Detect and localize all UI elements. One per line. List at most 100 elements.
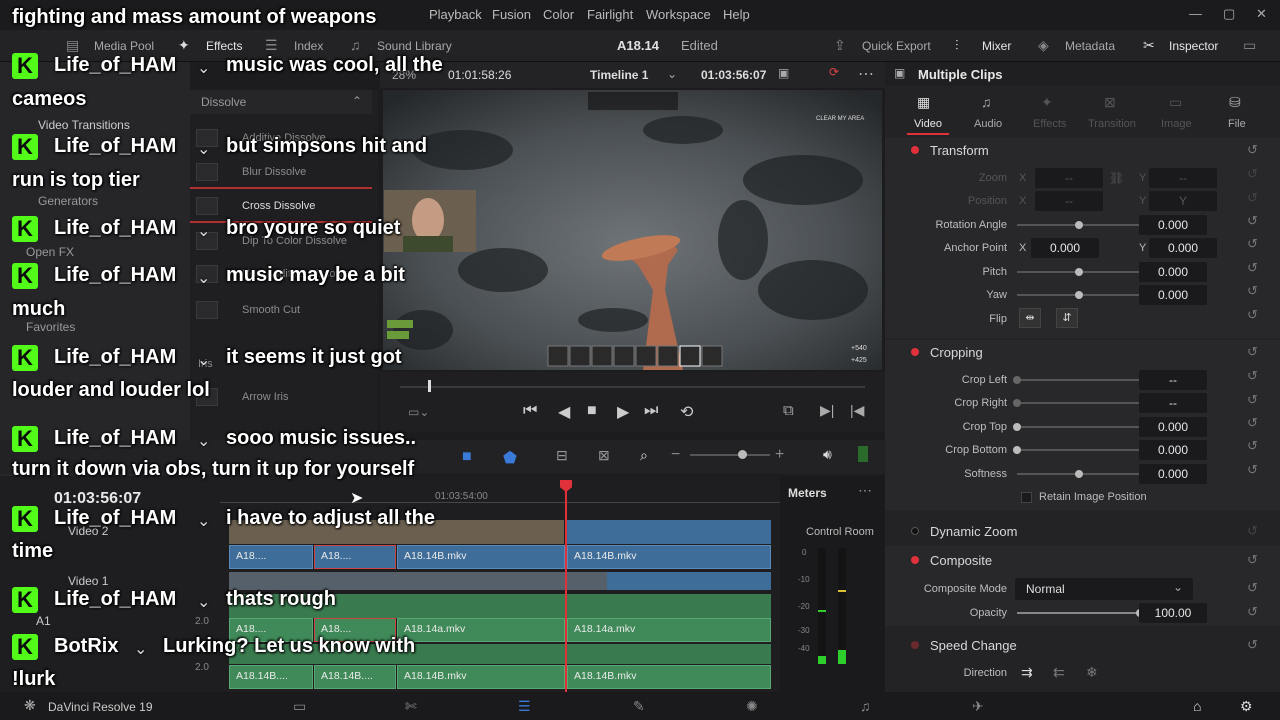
opacity-slider[interactable] [1017,612,1139,614]
cropping-enable-dot[interactable] [911,348,919,356]
v2-clip[interactable]: A18.14B.mkv [567,545,771,569]
crop-left-field[interactable]: -- [1139,370,1207,390]
softness-field[interactable]: 0.000 [1139,464,1207,484]
crop-top-knob[interactable] [1013,423,1021,431]
fx-item[interactable]: Dip To Color Dissolve [190,225,372,258]
sync-icon[interactable]: ⟳ [829,65,839,79]
reset-icon[interactable]: ↺ [1247,283,1258,299]
a1-clip[interactable]: A18.... [229,618,313,642]
metadata-button[interactable]: Metadata [1065,39,1115,53]
scrub-playhead[interactable] [428,380,431,392]
zoom-y-field[interactable]: -- [1149,168,1217,188]
zoom-fit-icon[interactable]: ⊟ [556,447,568,464]
softness-knob[interactable] [1075,470,1083,478]
timeline-name[interactable]: Timeline 1 [590,68,648,82]
fullscreen-icon[interactable]: ▭ [1243,37,1256,54]
index-button[interactable]: Index [294,39,323,53]
match-frame-icon[interactable]: ⧉ [783,402,794,419]
transform-title[interactable]: Transform [930,143,989,158]
retain-image-checkbox[interactable] [1021,492,1032,503]
chevron-up-icon[interactable]: ⌃ [352,94,362,108]
video-viewer[interactable]: CLEAR MY AREA +540 +425 [383,90,882,370]
play-icon[interactable]: ▶ [617,402,629,422]
menu-color[interactable]: Color [543,7,574,22]
reset-icon[interactable]: ↺ [1247,604,1258,620]
quick-export-button[interactable]: Quick Export [862,39,931,53]
skip-start-icon[interactable]: ⏮ [523,402,537,420]
ruler[interactable] [220,502,780,503]
freeze-frame-icon[interactable]: ❄ [1086,664,1098,681]
dynamic-zoom-enable-dot[interactable] [911,527,919,535]
zoom-custom-icon[interactable]: ⌕ [640,447,648,464]
link-icon[interactable]: ⛓︎ [1109,171,1124,185]
zoom-detail-icon[interactable]: ⊠ [598,447,610,464]
cropping-title[interactable]: Cropping [930,345,983,360]
reset-icon[interactable]: ↺ [1247,438,1258,454]
tree-favorites[interactable]: Favorites [26,320,75,334]
flag-icon[interactable]: ■ [462,448,472,466]
zoom-level[interactable]: 28% [392,68,416,82]
reset-icon[interactable]: ↺ [1247,236,1258,252]
fx-item-selected[interactable]: Cross Dissolve [190,190,372,223]
reset-icon[interactable]: ↺ [1247,523,1258,539]
tree-generators[interactable]: Generators [38,194,98,208]
opacity-field[interactable]: 100.00 [1139,603,1207,623]
maximize-icon[interactable]: ▢ [1223,6,1235,22]
v1-clip-tail[interactable] [607,572,771,590]
anchor-y-field[interactable]: 0.000 [1149,238,1217,258]
crop-top-slider[interactable] [1017,426,1139,428]
pitch-field[interactable]: 0.000 [1139,262,1207,282]
reset-icon[interactable]: ↺ [1247,552,1258,568]
menu-workspace[interactable]: Workspace [646,7,711,22]
timeline[interactable]: 01:03:56:07 01:03:54:00 Video 2 Video 1 … [0,476,780,692]
a2-clip[interactable]: A18.14B.... [314,665,396,689]
scrub-bar[interactable] [400,386,865,388]
fx-item[interactable]: Arrow Iris [190,381,372,414]
meters-more-icon[interactable]: ⋯ [858,482,872,499]
reset-icon[interactable]: ↺ [1247,392,1258,408]
direction-reverse-icon[interactable]: ⇇ [1053,664,1065,681]
crop-left-slider[interactable] [1017,379,1139,381]
sound-library-button[interactable]: Sound Library [377,39,452,53]
a1-clip[interactable]: A18.14a.mkv [567,618,771,642]
minimize-icon[interactable]: — [1189,6,1202,21]
inspector-layout-icon[interactable]: ▣ [894,66,905,80]
rotation-knob[interactable] [1075,221,1083,229]
tab-video[interactable]: Video [914,118,942,130]
inspector-button[interactable]: Inspector [1169,39,1218,53]
stop-icon[interactable]: ■ [587,402,597,420]
zoom-slider[interactable] [690,454,770,456]
composite-enable-dot[interactable] [911,556,919,564]
tab-image[interactable]: Image [1161,118,1192,130]
reset-icon[interactable]: ↺ [1247,142,1258,158]
fx-item[interactable]: Blur Dissolve [190,156,372,189]
crop-top-field[interactable]: 0.000 [1139,417,1207,437]
close-icon[interactable]: ✕ [1256,6,1267,22]
media-pool-button[interactable]: Media Pool [94,39,154,53]
a2-clip[interactable]: A18.14B.mkv [567,665,771,689]
reset-icon[interactable]: ↺ [1247,213,1258,229]
fx-item[interactable]: Iris [190,348,372,381]
rotation-field[interactable]: 0.000 [1139,215,1207,235]
viewer-mode-icon[interactable]: ▭⌄ [408,405,429,419]
fx-item[interactable]: Non-Additive Dissolve [190,258,372,291]
a1-clip[interactable]: A18.... [314,618,396,642]
crop-right-field[interactable]: -- [1139,393,1207,413]
crop-bottom-knob[interactable] [1013,446,1021,454]
reset-icon[interactable]: ↺ [1247,580,1258,596]
reset-icon[interactable]: ↺ [1247,462,1258,478]
tree-open-fx[interactable]: Open FX [26,245,74,259]
yaw-field[interactable]: 0.000 [1139,285,1207,305]
media-page-icon[interactable]: ▭ [293,698,306,715]
composite-mode-select[interactable]: Normal ⌄ [1015,578,1193,600]
flip-vertical-icon[interactable]: ⇵ [1056,308,1078,328]
composite-title[interactable]: Composite [930,553,992,568]
marker-icon[interactable]: ⬟ [503,448,517,468]
crop-left-knob[interactable] [1013,376,1021,384]
reset-icon[interactable]: ↺ [1247,415,1258,431]
transform-enable-dot[interactable] [911,146,919,154]
reset-icon[interactable]: ↺ [1247,368,1258,384]
fx-item[interactable]: Additive Dissolve [190,122,372,155]
tab-transition[interactable]: Transition [1088,118,1136,130]
fusion-page-icon[interactable]: ✎ [633,698,645,715]
